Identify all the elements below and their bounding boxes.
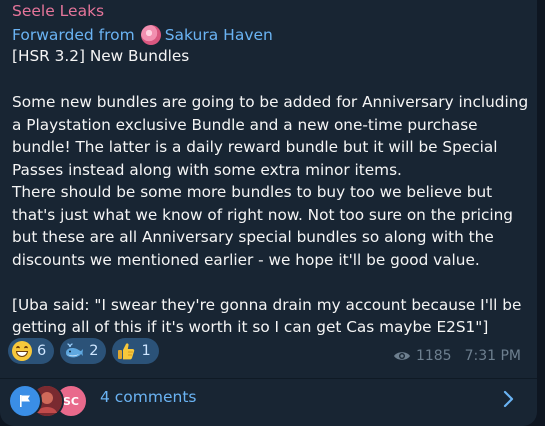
reaction-count: 2 [89,343,99,359]
body-line: discounts we mentioned earlier - we hope… [12,250,480,269]
body-line: bundle! The latter is a daily reward bun… [12,138,498,156]
whale-icon [64,341,84,361]
grinning-face-icon [12,341,32,361]
quote-line: [Uba said: "I swear they're gonna drain … [12,295,522,314]
body-line: There should be some more bundles to buy… [12,183,493,201]
body-line: Passes instead along with some extra min… [12,160,402,179]
view-count: 1185 [415,348,452,364]
body-line: but these are all Anniversary special bu… [12,228,494,246]
chevron-right-icon [503,390,514,408]
body-line: that's just what we know of right now. N… [12,205,514,224]
body-line: a Playstation exclusive Bundle and a new… [12,115,478,134]
reaction-whale[interactable]: 2 [60,338,107,364]
comments-button[interactable]: SC 4 comments [0,379,537,426]
message-title: [HSR 3.2] New Bundles [12,47,190,65]
thumbs-up-icon [116,341,136,361]
message-time: 7:31 PM [464,348,521,364]
commenter-avatar [8,384,42,418]
message-body: Some new bundles are going to be added f… [12,91,532,339]
forwarded-channel[interactable]: Sakura Haven [165,26,273,44]
eye-icon [393,352,410,360]
reaction-count: 6 [37,343,47,359]
message-meta: 1185 7:31 PM [393,348,521,364]
forwarded-header[interactable]: Forwarded from Sakura Haven [12,25,273,45]
body-line: Some new bundles are going to be added f… [12,93,529,111]
flag-icon [20,395,30,407]
sender-name[interactable]: Seele Leaks [12,2,104,20]
forwarded-prefix: Forwarded from [12,26,135,44]
reaction-thumbs-up[interactable]: 1 [112,338,159,364]
channel-avatar [140,25,161,45]
comments-label: 4 comments [100,388,197,406]
message-bubble: Seele Leaks Forwarded from Sakura Haven … [0,0,537,426]
reaction-count: 1 [141,343,151,359]
reaction-grinning[interactable]: 6 [8,338,55,364]
reactions-bar: 6 2 1 [8,338,159,364]
quote-line: getting all of this if it's worth it so … [12,318,489,336]
